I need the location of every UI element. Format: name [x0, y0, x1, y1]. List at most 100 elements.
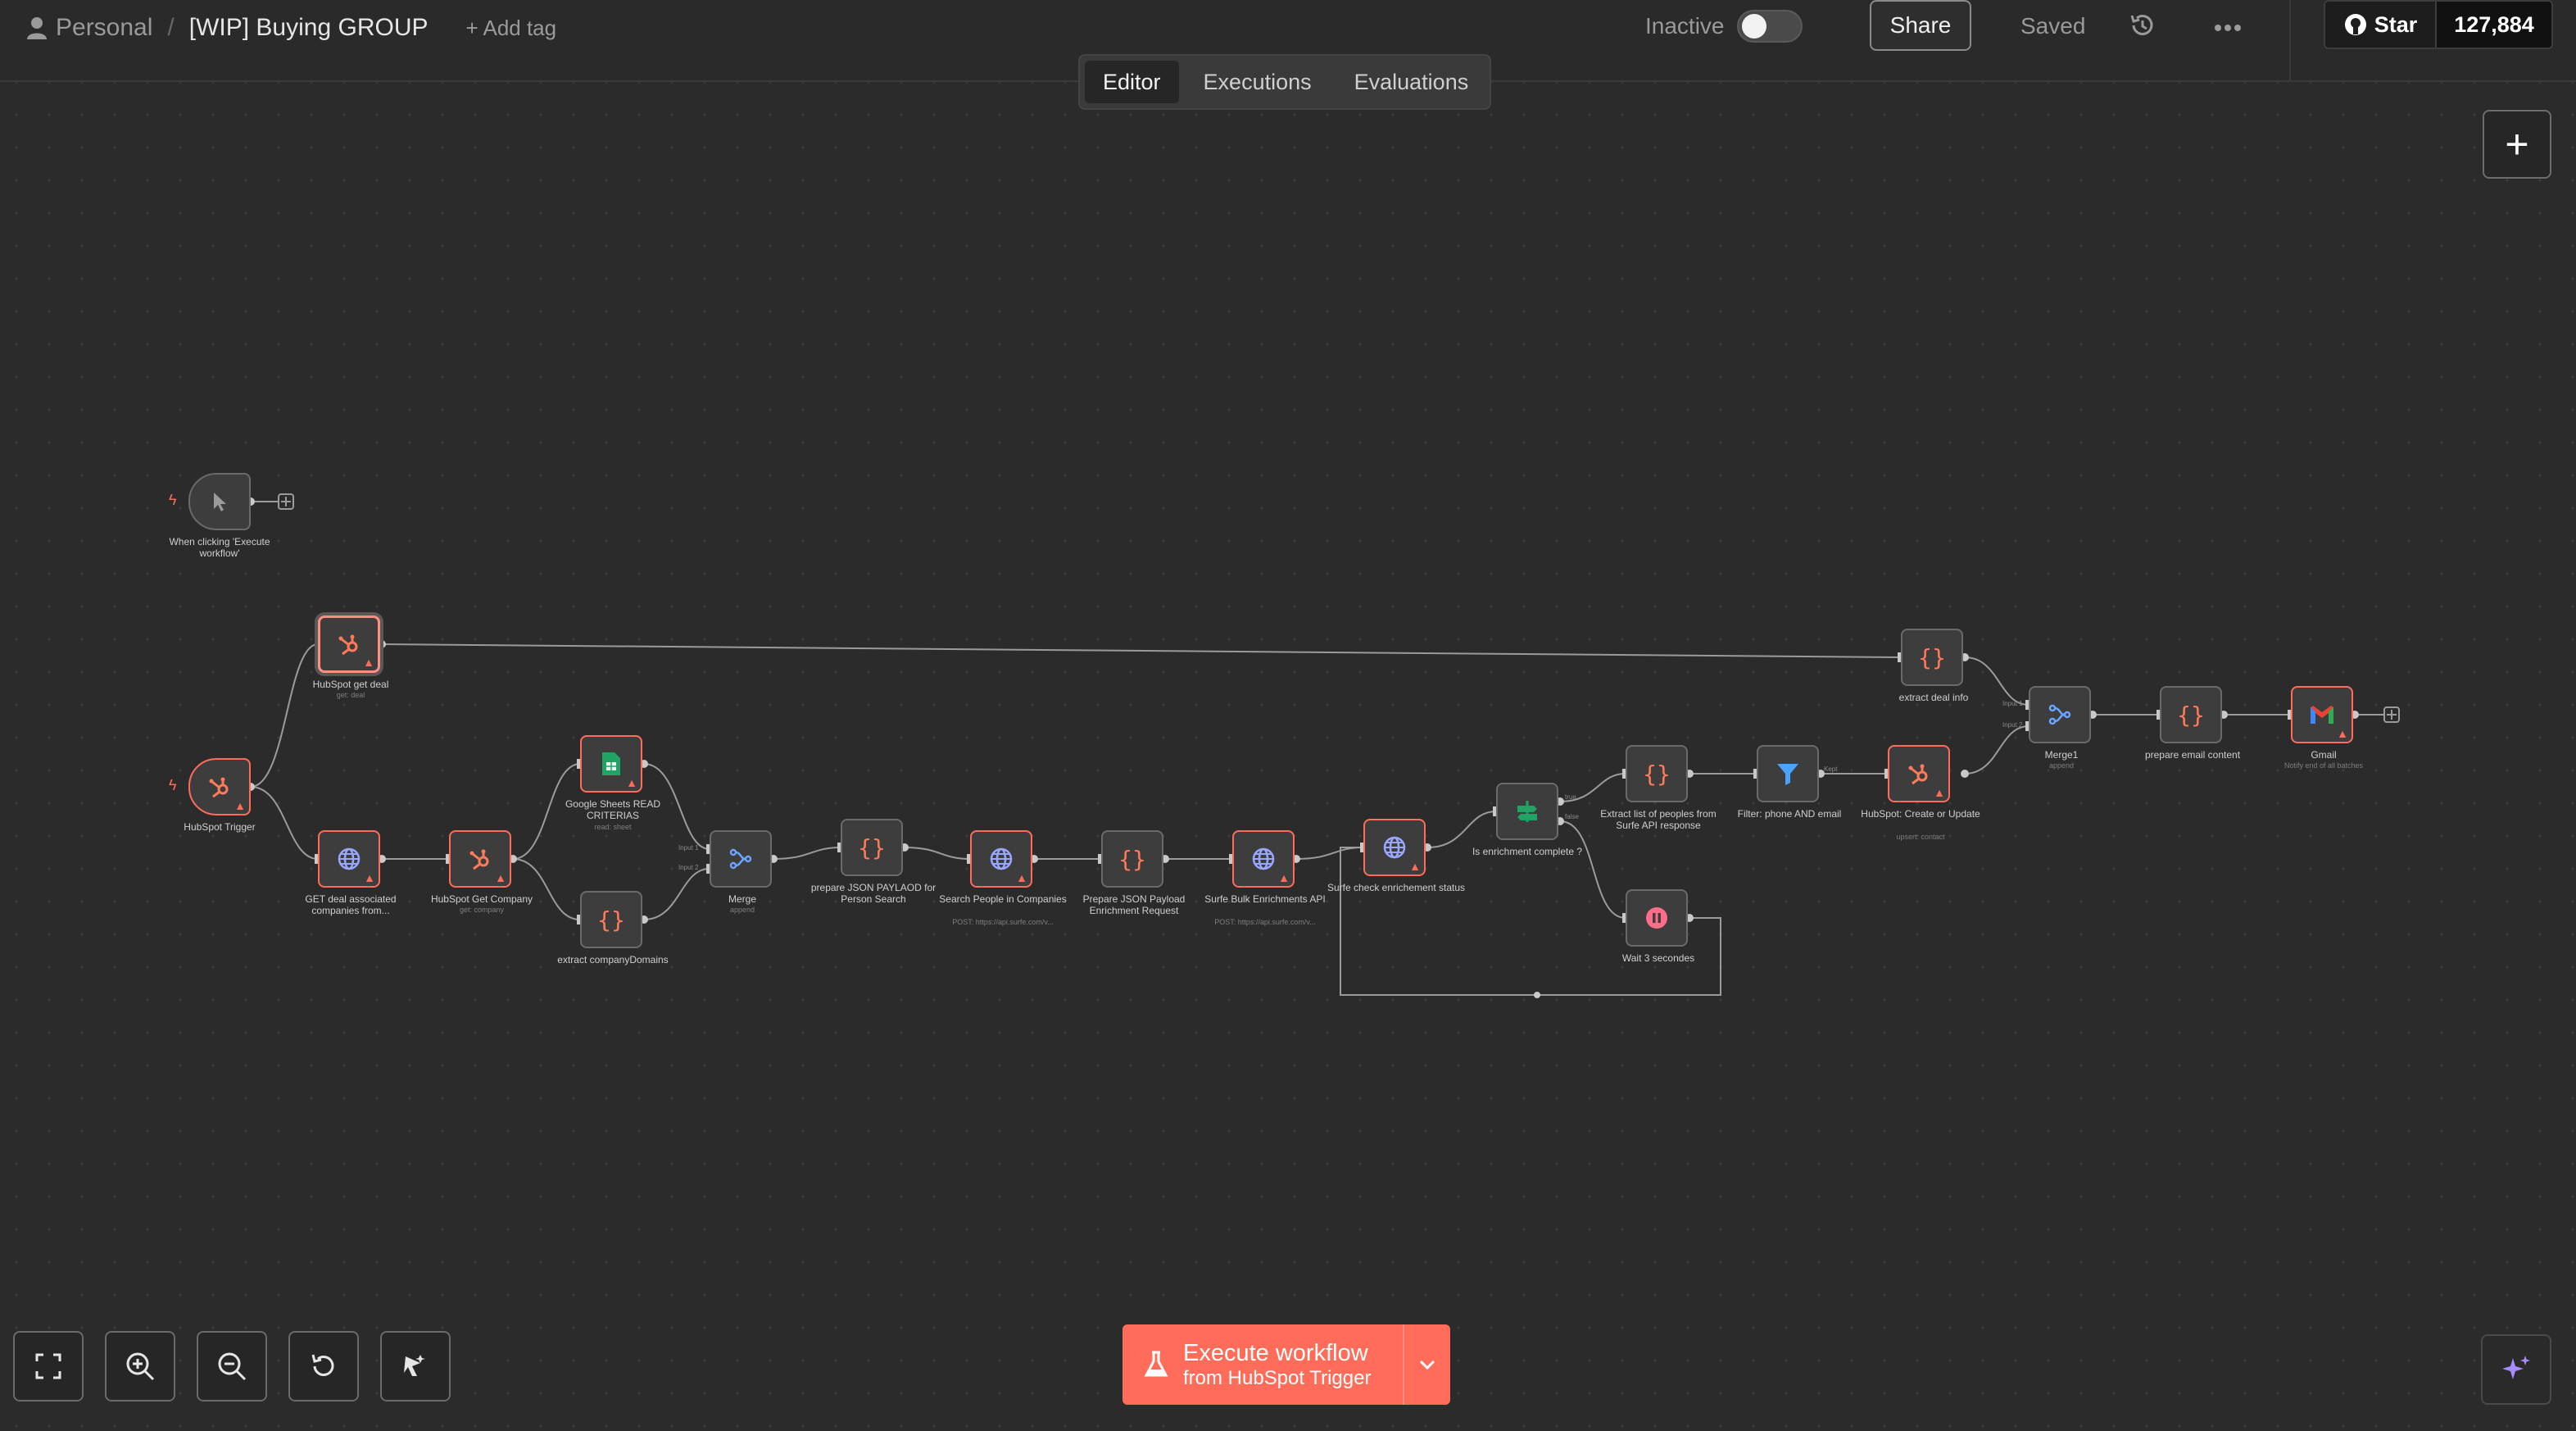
header-divider [2289, 0, 2291, 82]
node-merge1[interactable] [2029, 686, 2091, 743]
port-label: false [1565, 813, 1579, 820]
node-search-people[interactable]: ▲ [970, 830, 1032, 888]
node-google-sheets[interactable]: ▲ [580, 735, 642, 793]
ai-assistant-button[interactable] [2481, 1334, 2551, 1405]
tab-evaluations[interactable]: Evaluations [1336, 61, 1487, 103]
port-label: Input 2 [2002, 721, 2023, 729]
node-subtitle: POST: https://api.surfe.com/v... [1214, 918, 1316, 926]
github-star-widget[interactable]: Star 127,884 [2324, 0, 2553, 49]
add-tag-button[interactable]: + Add tag [466, 16, 557, 41]
trigger-bolt-icon: ϟ [169, 492, 177, 508]
filter-icon [1777, 764, 1798, 785]
execute-workflow-button[interactable]: Execute workflow from HubSpot Trigger [1122, 1324, 1450, 1405]
if-branch-icon [1517, 801, 1537, 822]
tidy-up-button[interactable] [380, 1331, 451, 1401]
node-label: Surfe Bulk Enrichments API [1204, 893, 1326, 905]
more-options-icon[interactable] [2214, 21, 2242, 36]
active-toggle[interactable] [1737, 10, 1803, 43]
breadcrumb: Personal / [WIP] Buying GROUP + Add tag [26, 11, 556, 44]
node-hubspot-get-deal[interactable]: ▲ [318, 616, 380, 673]
globe-icon [1383, 836, 1406, 859]
add-node-button[interactable]: + [2483, 110, 2551, 179]
node-label: HubSpot get deal [312, 679, 389, 690]
active-status-label: Inactive [1645, 13, 1725, 39]
github-star-button[interactable]: Star [2325, 2, 2435, 48]
cursor-icon [214, 493, 226, 511]
node-surfe-bulk-enrichments[interactable]: ▲ [1232, 830, 1295, 888]
toggle-knob [1742, 14, 1766, 39]
node-label: Merge1 [2044, 749, 2079, 761]
node-hubspot-trigger[interactable]: ▲ [188, 758, 251, 815]
code-icon: {} [1643, 760, 1671, 788]
view-tabs: Editor Executions Evaluations [1078, 54, 1491, 110]
reset-zoom-button[interactable] [288, 1331, 359, 1401]
node-label: HubSpot Get Company [430, 893, 533, 905]
node-label: Gmail [2311, 749, 2337, 761]
user-icon [26, 16, 48, 39]
node-hubspot-create-update[interactable]: ▲ [1888, 745, 1950, 802]
google-sheets-icon [602, 752, 620, 775]
node-surfe-check-status[interactable]: ▲ [1363, 819, 1426, 876]
node-subtitle: get: company [459, 906, 505, 914]
flask-icon [1144, 1351, 1168, 1377]
node-label: HubSpot: Create or Update [1861, 808, 1980, 820]
node-subtitle: upsert: contact [1896, 833, 1945, 841]
node-label: Google Sheets READ CRITERIAS [565, 798, 661, 821]
node-extract-people-list[interactable]: {} [1626, 745, 1688, 802]
node-gmail[interactable]: ▲ [2291, 686, 2353, 743]
node-label: Filter: phone AND email [1737, 808, 1842, 820]
code-icon: {} [858, 834, 886, 861]
node-label: Extract list of peoples from Surfe API r… [1600, 808, 1717, 831]
node-label: GET deal associated companies from... [305, 893, 397, 916]
reset-zoom-icon [311, 1354, 334, 1376]
node-manual-trigger[interactable] [188, 473, 251, 530]
zoom-out-button[interactable] [197, 1331, 267, 1401]
warning-icon: ▲ [234, 799, 246, 812]
port-label: Input 1 [2002, 700, 2023, 707]
node-extract-deal-info[interactable]: {} [1901, 629, 1963, 686]
node-extract-company-domains[interactable]: {} [580, 891, 642, 948]
hubspot-icon [338, 634, 358, 656]
warning-icon: ▲ [1278, 871, 1290, 884]
node-subtitle: Notify end of all batches [2283, 761, 2364, 770]
node-label: extract companyDomains [557, 954, 669, 965]
node-prepare-email[interactable]: {} [2160, 686, 2222, 743]
github-star-label: Star [2374, 11, 2418, 37]
tidy-up-icon [404, 1355, 425, 1376]
node-if-enrichment-complete[interactable] [1496, 783, 1558, 840]
warning-icon: ▲ [2337, 727, 2348, 740]
fit-view-button[interactable] [13, 1331, 84, 1401]
node-label: Is enrichment complete ? [1472, 846, 1583, 857]
warning-icon: ▲ [1409, 860, 1421, 873]
node-subtitle: read: sheet [594, 823, 632, 831]
zoom-in-button[interactable] [105, 1331, 175, 1401]
node-prepare-enrichment-payload[interactable]: {} [1101, 830, 1163, 888]
node-wait[interactable] [1626, 889, 1688, 947]
workflow-name[interactable]: [WIP] Buying GROUP [189, 14, 429, 42]
node-get-deal-associated[interactable]: ▲ [318, 830, 380, 888]
node-label: Prepare JSON Payload Enrichment Request [1082, 893, 1186, 916]
node-label: HubSpot Trigger [184, 821, 256, 833]
project-link[interactable]: Personal [56, 14, 152, 42]
github-icon [2344, 14, 2366, 35]
code-icon: {} [1918, 643, 1946, 671]
tab-editor[interactable]: Editor [1085, 61, 1179, 103]
execute-options-dropdown[interactable] [1403, 1324, 1450, 1405]
node-merge[interactable] [710, 830, 772, 888]
code-icon: {} [1118, 845, 1146, 873]
node-filter-phone-email[interactable] [1757, 745, 1819, 802]
node-prepare-person-payload[interactable]: {} [841, 819, 903, 876]
node-label: Search People in Companies [939, 893, 1067, 905]
tab-executions[interactable]: Executions [1186, 61, 1330, 103]
node-label: prepare JSON PAYLAOD for Person Search [810, 882, 937, 905]
zoom-out-icon [218, 1352, 247, 1381]
sparkle-icon [2502, 1356, 2530, 1379]
trigger-bolt-icon: ϟ [169, 777, 177, 793]
node-label: Merge [728, 893, 756, 905]
warning-icon: ▲ [363, 656, 374, 669]
node-hubspot-get-company[interactable]: ▲ [449, 830, 511, 888]
share-button[interactable]: Share [1870, 0, 1971, 51]
warning-icon: ▲ [1934, 786, 1945, 799]
history-icon[interactable] [2129, 11, 2156, 43]
globe-icon [338, 847, 361, 870]
